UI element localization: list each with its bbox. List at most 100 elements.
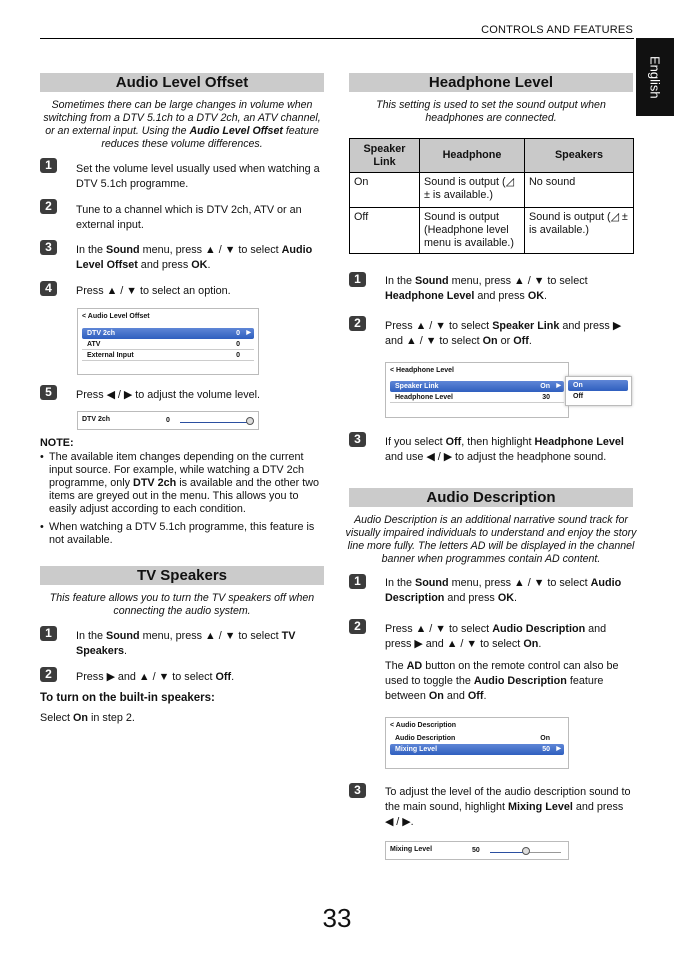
menu-title: < Audio Level Offset (82, 313, 150, 320)
menu-item-label: DTV 2ch (87, 330, 116, 337)
ad-button-text: The AD button on the remote control can … (385, 659, 633, 704)
menu-item-dtv-2ch[interactable]: DTV 2ch 0 ▶ (82, 328, 254, 339)
arrow-right-icon: ▶ (556, 746, 561, 752)
menu-item-label: Speaker Link (395, 383, 439, 390)
step-text: To adjust the level of the audio descrip… (385, 785, 633, 830)
bold-term: OK (497, 592, 515, 604)
menu-item-label: Headphone Level (395, 394, 453, 401)
menu-title: < Headphone Level (390, 367, 454, 374)
text-run: in step 2. (88, 712, 135, 724)
audio-level-offset-heading: Audio Level Offset (40, 73, 324, 92)
note-item: When watching a DTV 5.1ch programme, thi… (40, 521, 324, 547)
slider-track (180, 422, 250, 423)
turn-on-speakers-heading: To turn on the built-in speakers: (40, 692, 215, 704)
slider-label: Mixing Level (390, 846, 433, 853)
step-number-3: 3 (40, 240, 57, 255)
menu-item-value: 50 (542, 746, 550, 753)
text-run: Press ▲ / ▼ to select (385, 320, 493, 332)
step-text: Press ◀ / ▶ to adjust the volume level. (76, 388, 326, 403)
tv-speakers-heading: TV Speakers (40, 566, 324, 585)
popup-option-off[interactable]: Off (568, 391, 628, 402)
text-run: . (528, 335, 532, 347)
menu-item-atv[interactable]: ATV 0 (82, 339, 254, 350)
popup-option-on[interactable]: On (568, 380, 628, 391)
bold-term: Audio Description (473, 675, 567, 687)
audio-level-offset-menu: < Audio Level Offset DTV 2ch 0 ▶ ATV 0 Exte… (77, 308, 259, 375)
speaker-link-popup: On Off (565, 376, 632, 406)
step-text: Press ▲ / ▼ to select Speaker Link and p… (385, 319, 633, 349)
step-text: In the Sound menu, press ▲ / ▼ to select… (385, 576, 633, 606)
step-number-1: 1 (349, 574, 366, 589)
step-text: Set the volume level usually used when w… (76, 162, 326, 192)
menu-item-value: On (540, 383, 550, 390)
slider-value: 50 (472, 847, 480, 854)
text-run: Audio Description is an additional narra… (345, 514, 637, 565)
bold-term: OK (191, 259, 208, 271)
menu-item-value: On (540, 735, 550, 742)
slider-label: DTV 2ch (82, 416, 111, 423)
text-run: menu, press ▲ / ▼ to select (448, 577, 591, 589)
speaker-link-table: Speaker Link Headphone Speakers On Sound i… (349, 138, 634, 254)
table-header: Speaker Link (349, 138, 420, 173)
text-run: In the (385, 275, 416, 287)
bold-term: Sound (415, 275, 449, 287)
step-text: Press ▲ / ▼ to select Audio Description … (385, 622, 633, 652)
step-text: In the Sound menu, press ▲ / ▼ to select… (76, 629, 326, 659)
step-number-2: 2 (349, 316, 366, 331)
text-run: . (231, 671, 235, 683)
note-title: NOTE: (40, 437, 74, 449)
bold-term: Headphone Level (534, 436, 624, 448)
table-header: Headphone (419, 138, 525, 173)
text-run: In the (76, 630, 107, 642)
dtv-2ch-slider[interactable]: DTV 2ch 0 (77, 411, 259, 430)
audio-level-offset-intro: Sometimes there can be large changes in … (40, 99, 324, 151)
menu-item-headphone-level[interactable]: Headphone Level 30 (390, 392, 564, 403)
text-run: . (483, 690, 487, 702)
bold-term: On (523, 638, 539, 650)
step-text: Press ▶ and ▲ / ▼ to select Off. (76, 670, 326, 685)
menu-item-label: Mixing Level (395, 746, 438, 753)
menu-item-external-input[interactable]: External Input 0 (82, 350, 254, 361)
mixing-level-slider[interactable]: Mixing Level 50 (385, 841, 569, 860)
text-run: and press (474, 290, 528, 302)
bold-term: On (482, 335, 498, 347)
text-run: In the (76, 244, 107, 256)
step-number-1: 1 (349, 272, 366, 287)
arrow-right-icon: ▶ (556, 383, 561, 389)
header-rule (40, 38, 634, 39)
text-run: When watching a DTV 5.1ch programme, thi… (49, 521, 315, 546)
turn-on-speakers-text: Select On in step 2. (40, 711, 135, 726)
slider-value: 0 (166, 417, 170, 424)
bold-term: On (73, 712, 89, 724)
text-run: and (443, 690, 468, 702)
text-run: This feature allows you to turn the TV s… (49, 592, 315, 617)
menu-item-mixing-level[interactable]: Mixing Level 50 ▶ (390, 744, 564, 755)
menu-item-audio-description[interactable]: Audio Description On (390, 733, 564, 744)
text-run: or (497, 335, 514, 347)
bold-term: Off (445, 436, 462, 448)
step-text: In the Sound menu, press ▲ / ▼ to select… (76, 243, 326, 273)
arrow-right-icon: ▶ (246, 330, 251, 336)
bold-term: Audio Level Offset (189, 125, 283, 137)
slider-knob[interactable] (521, 847, 530, 855)
headphone-level-intro: This setting is used to set the sound ou… (349, 99, 633, 125)
text-run: and use ◀ / ▶ to adjust the headphone so… (385, 451, 607, 463)
text-run: menu, press ▲ / ▼ to select (448, 275, 588, 287)
bold-term: Off (215, 671, 232, 683)
table-row: On Sound is output (◿ ± is available.) No… (349, 172, 634, 208)
menu-item-speaker-link[interactable]: Speaker Link On ▶ (390, 381, 564, 392)
bold-term: Off (467, 690, 484, 702)
menu-item-value: 0 (236, 330, 240, 337)
bold-term: Sound (106, 244, 140, 256)
bold-term: Headphone Level (385, 290, 475, 302)
section-header: CONTROLS AND FEATURES (481, 24, 633, 36)
audio-description-intro: Audio Description is an additional narra… (345, 514, 637, 566)
text-run: . (514, 592, 518, 604)
table-cell: Sound is output (Headphone level menu is… (419, 207, 525, 254)
menu-item-label: External Input (87, 352, 134, 359)
table-cell: On (349, 172, 420, 208)
text-run: menu, press ▲ / ▼ to select (139, 630, 282, 642)
bold-term: Mixing Level (508, 801, 573, 813)
slider-knob[interactable] (246, 417, 254, 425)
menu-item-label: ATV (87, 341, 101, 348)
